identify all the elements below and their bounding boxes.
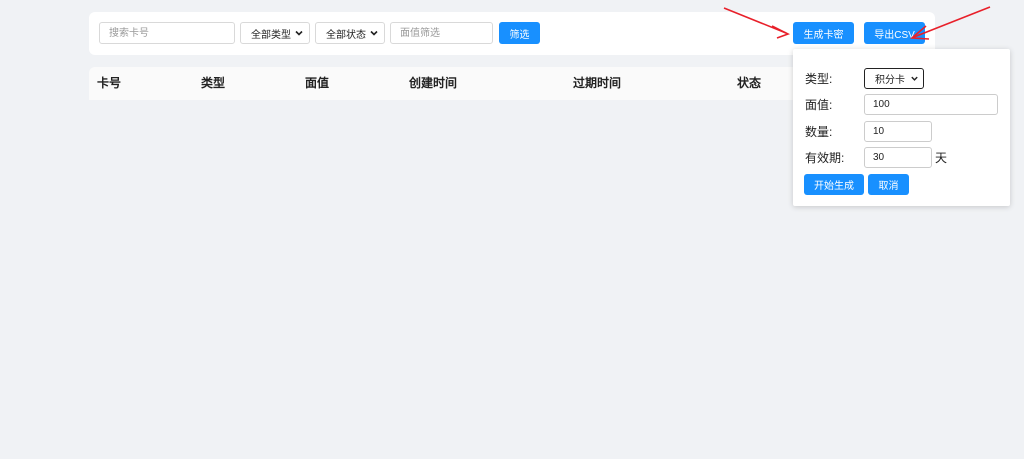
chevron-down-icon xyxy=(911,76,918,81)
status-select-value: 全部状态 xyxy=(326,29,366,41)
validity-unit: 天 xyxy=(935,151,948,165)
generate-cards-panel: 类型: 积分卡 面值: 100 数量: 10 有效期: 30 天 开始生成 取消 xyxy=(793,49,1010,206)
quantity-input[interactable]: 10 xyxy=(864,121,932,142)
column-header-created-at: 创建时间 xyxy=(409,76,458,90)
status-select[interactable]: 全部状态 xyxy=(315,22,385,44)
column-header-type: 类型 xyxy=(201,76,226,90)
column-header-expires-at: 过期时间 xyxy=(573,76,622,90)
cancel-button[interactable]: 取消 xyxy=(868,174,909,195)
chevron-down-icon xyxy=(295,30,303,36)
search-input[interactable] xyxy=(99,22,235,44)
validity-label: 有效期: xyxy=(805,151,845,165)
quantity-label: 数量: xyxy=(805,125,833,139)
card-type-select[interactable]: 积分卡 xyxy=(864,68,924,89)
type-select-value: 全部类型 xyxy=(251,29,291,41)
value-label: 面值: xyxy=(805,98,833,112)
export-csv-button[interactable]: 导出CSV xyxy=(864,22,925,44)
validity-days-input[interactable]: 30 xyxy=(864,147,932,168)
type-label: 类型: xyxy=(805,72,833,86)
chevron-down-icon xyxy=(370,30,378,36)
value-filter-input[interactable] xyxy=(390,22,493,44)
card-value-input[interactable]: 100 xyxy=(864,94,998,115)
column-header-card-number: 卡号 xyxy=(97,76,122,90)
column-header-value: 面值 xyxy=(305,76,330,90)
column-header-status: 状态 xyxy=(737,76,762,90)
generate-cards-button[interactable]: 生成卡密 xyxy=(793,22,854,44)
start-generate-button[interactable]: 开始生成 xyxy=(804,174,864,195)
filter-button[interactable]: 筛选 xyxy=(499,22,540,44)
table-header: 卡号 类型 面值 创建时间 过期时间 状态 xyxy=(89,67,793,100)
card-type-value: 积分卡 xyxy=(875,75,905,86)
type-select[interactable]: 全部类型 xyxy=(240,22,310,44)
